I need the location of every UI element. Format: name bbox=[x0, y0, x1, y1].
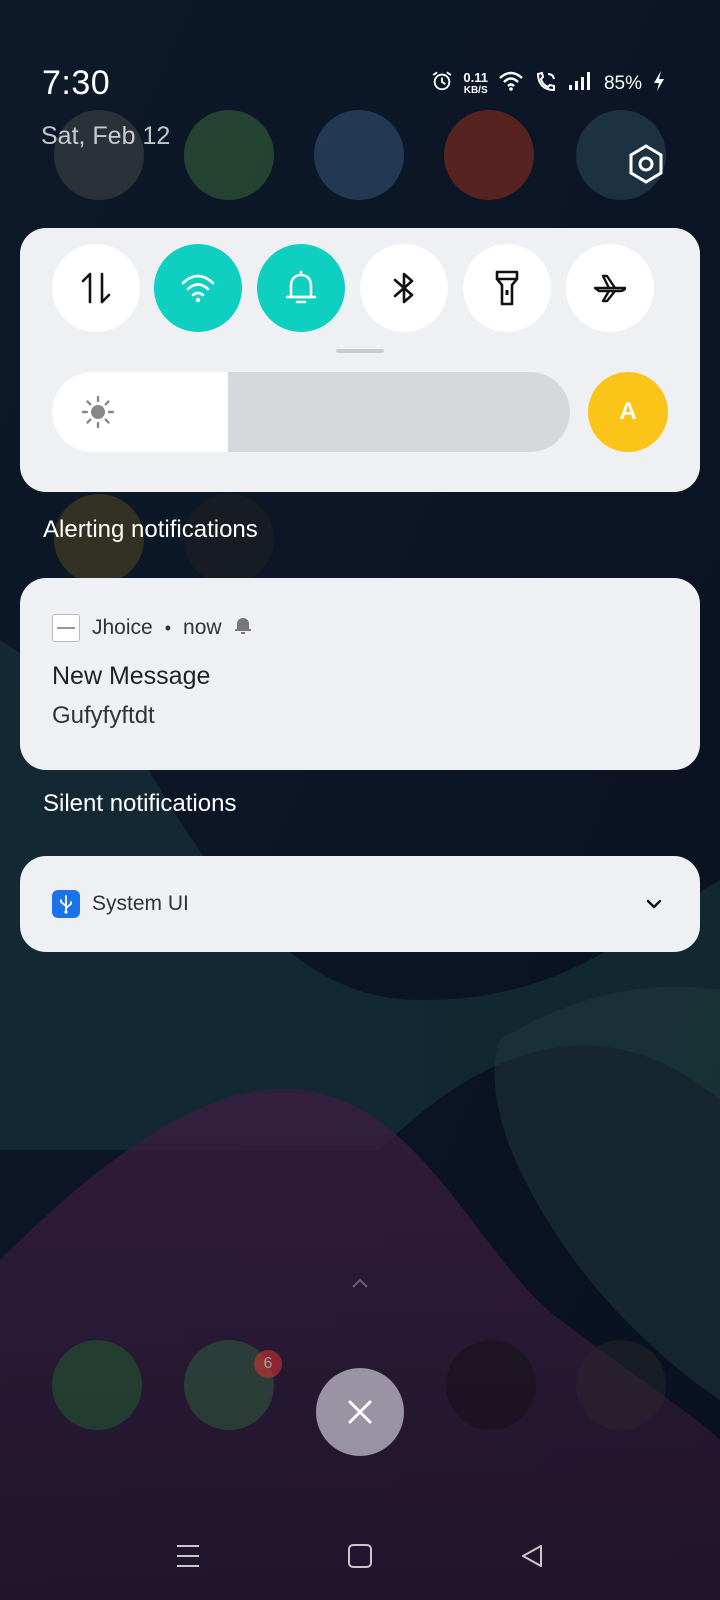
jhoice-notification[interactable]: Jhoice • now New Message Gufyfyftdt bbox=[20, 578, 700, 770]
date: Sat, Feb 12 bbox=[41, 122, 171, 150]
videos-app-icon bbox=[444, 110, 534, 200]
bell-icon bbox=[285, 270, 317, 304]
alerting-section-title: Alerting notifications bbox=[43, 516, 258, 543]
flashlight-toggle[interactable] bbox=[463, 244, 551, 332]
battery-percent: 85% bbox=[603, 72, 642, 94]
charging-icon bbox=[652, 70, 666, 97]
brightness-slider[interactable] bbox=[52, 372, 570, 452]
chevron-down-icon[interactable] bbox=[644, 894, 664, 914]
classroom-app-icon bbox=[184, 110, 274, 200]
flashlight-icon bbox=[495, 270, 519, 306]
clear-all-button[interactable] bbox=[316, 1368, 404, 1456]
phone-app-icon bbox=[52, 1340, 142, 1430]
jhoice-app-icon bbox=[52, 614, 80, 642]
notification-body: Gufyfyftdt bbox=[52, 702, 155, 729]
status-bar: 7:30 0.11 KB/S 85% bbox=[0, 60, 720, 110]
data-arrows-icon bbox=[81, 272, 111, 304]
gallery-app-icon bbox=[446, 1340, 536, 1430]
signal-icon bbox=[568, 71, 594, 96]
square-icon bbox=[348, 1544, 372, 1568]
back-button[interactable] bbox=[512, 1536, 552, 1576]
airplane-icon bbox=[593, 274, 627, 303]
home-button[interactable] bbox=[340, 1536, 380, 1576]
system-ui-notification[interactable]: System UI bbox=[20, 856, 700, 952]
sun-icon bbox=[80, 394, 116, 430]
wifi-icon bbox=[181, 274, 215, 303]
recents-button[interactable] bbox=[168, 1536, 208, 1576]
usb-icon bbox=[52, 890, 80, 918]
notification-app-name: Jhoice bbox=[92, 616, 153, 639]
wifi-status-icon bbox=[498, 70, 524, 97]
gear-icon bbox=[629, 144, 663, 184]
airplane-mode-toggle[interactable] bbox=[566, 244, 654, 332]
panel-drag-handle[interactable] bbox=[336, 349, 384, 353]
file-manager-app-icon bbox=[314, 110, 404, 200]
chevron-up-icon bbox=[350, 1276, 370, 1290]
auto-brightness-button[interactable]: A bbox=[588, 372, 668, 452]
mobile-data-toggle[interactable] bbox=[52, 244, 140, 332]
sound-toggle[interactable] bbox=[257, 244, 345, 332]
navigation-bar bbox=[0, 1536, 720, 1576]
quick-settings-panel: A bbox=[20, 228, 700, 492]
camera-app-icon bbox=[576, 1340, 666, 1430]
close-icon bbox=[348, 1400, 372, 1424]
header-separator: • bbox=[164, 617, 172, 638]
notification-app-name: System UI bbox=[92, 892, 189, 915]
settings-gear-button[interactable] bbox=[624, 142, 668, 186]
brightness-fill bbox=[52, 372, 228, 452]
notification-time: now bbox=[183, 616, 222, 639]
notification-title: New Message bbox=[52, 662, 211, 690]
triangle-back-icon bbox=[522, 1545, 542, 1567]
menu-icon bbox=[177, 1545, 199, 1567]
notification-header: Jhoice • now bbox=[52, 614, 252, 642]
bluetooth-icon bbox=[393, 272, 414, 304]
silent-section-title: Silent notifications bbox=[43, 790, 237, 817]
wifi-toggle[interactable] bbox=[154, 244, 242, 332]
bell-icon bbox=[234, 615, 252, 641]
wifi-calling-icon bbox=[534, 70, 558, 97]
clock: 7:30 bbox=[42, 64, 111, 102]
bluetooth-toggle[interactable] bbox=[360, 244, 448, 332]
messages-badge: 6 bbox=[254, 1350, 282, 1378]
alarm-icon bbox=[431, 70, 453, 97]
network-speed: 0.11 KB/S bbox=[463, 69, 488, 96]
status-icons: 0.11 KB/S 85% bbox=[431, 70, 666, 97]
